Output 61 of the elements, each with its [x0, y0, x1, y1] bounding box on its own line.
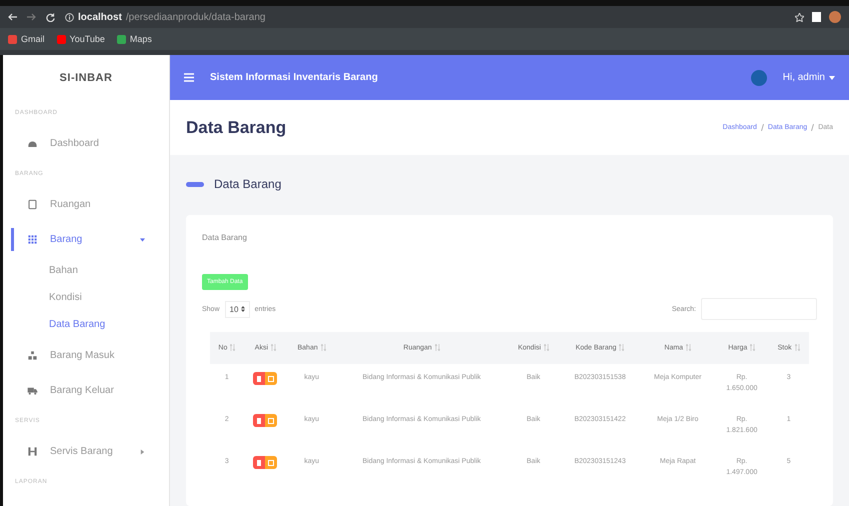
sort-icon: [794, 344, 800, 352]
bookmark[interactable]: YouTube: [56, 34, 105, 44]
sidebar-subitem[interactable]: Data Barang: [3, 311, 169, 338]
sort-icon: [544, 344, 549, 352]
section-title: Data Barang: [214, 177, 282, 191]
info-icon: [65, 12, 74, 22]
sidebar-item[interactable]: Barang Keluar: [3, 373, 169, 408]
sidebar-item[interactable]: Barang Masuk: [3, 338, 169, 373]
reload-icon[interactable]: [46, 12, 55, 22]
user-avatar: [750, 70, 767, 86]
delete-button[interactable]: [253, 414, 266, 427]
sidebar-subitem[interactable]: Bahan: [3, 257, 169, 284]
boxes-icon: [27, 350, 38, 361]
caret-icon: [829, 76, 835, 80]
sort-icon: [434, 344, 440, 352]
edit-icon: [268, 460, 274, 466]
edit-button[interactable]: [265, 372, 278, 385]
edit-button[interactable]: [265, 456, 278, 469]
back-icon[interactable]: [8, 13, 17, 21]
edit-icon: [268, 376, 274, 382]
bookmark[interactable]: Maps: [116, 34, 152, 44]
sort-icon: [271, 344, 276, 352]
sort-icon: [320, 344, 326, 352]
spinner-icon: [240, 306, 245, 312]
trash-icon: [257, 376, 262, 382]
sort-icon: [750, 344, 756, 352]
card-title: Data Barang: [202, 233, 248, 242]
sort-icon: [619, 344, 624, 352]
sort-icon: [230, 344, 236, 352]
grid-icon: [27, 234, 38, 245]
sidebar-item[interactable]: Servis Barang: [3, 434, 169, 469]
page-title: Data Barang: [186, 118, 286, 138]
edit-button[interactable]: [265, 414, 278, 427]
favicon-icon: [8, 34, 17, 44]
section-marker: [186, 182, 204, 186]
delete-button[interactable]: [253, 456, 266, 469]
menu-icon[interactable]: [184, 73, 194, 82]
sort-icon: [686, 344, 692, 352]
star-icon[interactable]: [795, 12, 804, 22]
forward-icon[interactable]: [27, 13, 36, 21]
brand-name: SI-INBAR: [58, 70, 114, 86]
sidebar-item[interactable]: Ruangan: [3, 187, 169, 222]
user-menu[interactable]: Hi, admin: [782, 72, 835, 83]
sidebar-subitem[interactable]: Kondisi: [3, 284, 169, 311]
entries-select[interactable]: 10: [224, 300, 250, 318]
square-icon: [27, 199, 38, 210]
favicon-icon: [116, 34, 126, 44]
delete-button[interactable]: [253, 372, 266, 385]
truck-icon: [27, 385, 38, 396]
breadcrumb-separator: [811, 124, 814, 131]
breadcrumb-separator: [760, 124, 764, 131]
profile-avatar[interactable]: [829, 11, 841, 23]
sidebar-item[interactable]: Dashboard: [3, 126, 169, 161]
app-title: Sistem Informasi Inventaris Barang: [210, 72, 379, 83]
trash-icon: [257, 460, 262, 466]
edit-icon: [268, 418, 274, 424]
sidebar-item[interactable]: Barang: [3, 222, 169, 257]
address-bar[interactable]: localhost /persediaanproduk/data-barang: [65, 12, 785, 22]
trash-icon: [257, 418, 262, 424]
favicon-icon: [56, 34, 66, 44]
bookmark[interactable]: Gmail: [8, 34, 45, 44]
